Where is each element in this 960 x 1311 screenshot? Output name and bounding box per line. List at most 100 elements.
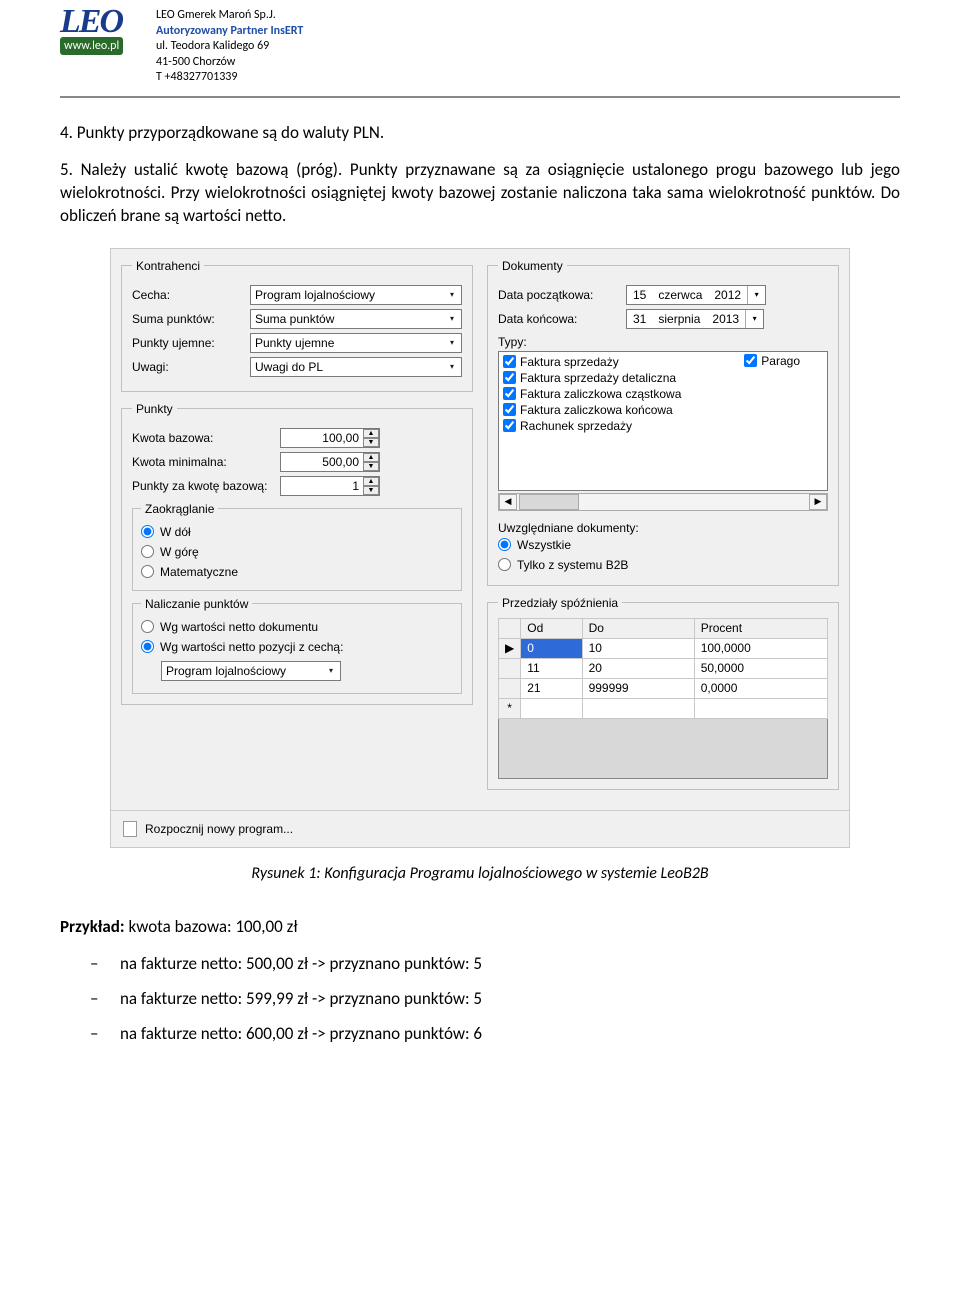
group-zaokraglanie: Zaokrąglanie W dół W górę bbox=[132, 502, 462, 591]
chevron-down-icon[interactable]: ▾ bbox=[444, 311, 460, 327]
table-row[interactable]: 21 999999 0,0000 bbox=[499, 678, 828, 698]
label-punkty-za: Punkty za kwotę bazową: bbox=[132, 479, 272, 493]
checkbox[interactable] bbox=[503, 419, 516, 432]
radio-w-dol[interactable]: W dół bbox=[141, 522, 453, 542]
table-row[interactable]: 11 20 50,0000 bbox=[499, 658, 828, 678]
checkbox[interactable] bbox=[503, 403, 516, 416]
cell-od[interactable]: 0 bbox=[521, 638, 582, 658]
cell-od[interactable] bbox=[521, 698, 582, 718]
combo-ujemne-input[interactable] bbox=[250, 333, 462, 353]
body-text: 4. Punkty przyporządkowane są do waluty … bbox=[60, 122, 900, 228]
radio-b2b-label: Tylko z systemu B2B bbox=[517, 558, 628, 572]
combo-suma[interactable]: ▾ bbox=[250, 309, 462, 329]
scroll-thumb[interactable] bbox=[519, 494, 579, 510]
checkbox[interactable] bbox=[744, 354, 757, 367]
link-rozpocznij-nowy-program[interactable]: Rozpocznij nowy program... bbox=[111, 810, 849, 847]
chevron-down-icon[interactable]: ▾ bbox=[444, 335, 460, 351]
combo-naliczanie-cecha[interactable]: ▾ bbox=[161, 661, 341, 681]
chk-faktura-zaliczkowa-czastkowa[interactable]: Faktura zaliczkowa cząstkowa bbox=[503, 386, 823, 402]
radio-w-gore[interactable]: W górę bbox=[141, 542, 453, 562]
spin-punkty-za[interactable]: ▲▼ bbox=[280, 476, 380, 496]
cell-do[interactable] bbox=[582, 698, 694, 718]
chevron-down-icon[interactable]: ▾ bbox=[747, 286, 765, 304]
label-uwzgledniane: Uwzględniane dokumenty: bbox=[498, 521, 828, 535]
radio-wg-dokumentu[interactable]: Wg wartości netto dokumentu bbox=[141, 617, 453, 637]
combo-suma-input[interactable] bbox=[250, 309, 462, 329]
combo-uwagi-input[interactable] bbox=[250, 357, 462, 377]
cell-procent[interactable] bbox=[694, 698, 827, 718]
table-row[interactable]: ▶ 0 10 100,0000 bbox=[499, 638, 828, 658]
typy-checklist[interactable]: Faktura sprzedaży Faktura sprzedaży deta… bbox=[498, 351, 828, 491]
checkbox[interactable] bbox=[503, 371, 516, 384]
radio-wszystkie[interactable]: Wszystkie bbox=[498, 535, 828, 555]
chevron-down-icon[interactable]: ▾ bbox=[323, 663, 339, 679]
radio-wg-pozycji-input[interactable] bbox=[141, 640, 154, 653]
table-row-new[interactable]: * bbox=[499, 698, 828, 718]
combo-naliczanie-cecha-input[interactable] bbox=[161, 661, 341, 681]
legend-naliczanie: Naliczanie punktów bbox=[141, 597, 252, 611]
scroll-right-icon[interactable]: ▶ bbox=[809, 494, 827, 510]
col-do[interactable]: Do bbox=[582, 618, 694, 638]
radio-matematyczne[interactable]: Matematyczne bbox=[141, 562, 453, 582]
combo-uwagi[interactable]: ▾ bbox=[250, 357, 462, 377]
legend-kontrahenci: Kontrahenci bbox=[132, 259, 204, 273]
group-naliczanie: Naliczanie punktów Wg wartości netto dok… bbox=[132, 597, 462, 694]
cell-od[interactable]: 11 bbox=[521, 658, 582, 678]
radio-wg-pozycji-label: Wg wartości netto pozycji z cechą: bbox=[160, 640, 343, 654]
radio-w-gore-input[interactable] bbox=[141, 545, 154, 558]
col-procent[interactable]: Procent bbox=[694, 618, 827, 638]
scroll-track[interactable] bbox=[579, 494, 809, 510]
spin-kwota-bazowa[interactable]: ▲▼ bbox=[280, 428, 380, 448]
radio-matematyczne-input[interactable] bbox=[141, 565, 154, 578]
cell-do[interactable]: 20 bbox=[582, 658, 694, 678]
radio-b2b-input[interactable] bbox=[498, 558, 511, 571]
radio-wszystkie-input[interactable] bbox=[498, 538, 511, 551]
chevron-down-icon[interactable]: ▾ bbox=[745, 310, 763, 328]
checkbox[interactable] bbox=[503, 355, 516, 368]
example-rest: kwota bazowa: 100,00 zł bbox=[125, 916, 298, 937]
radio-wg-pozycji[interactable]: Wg wartości netto pozycji z cechą: bbox=[141, 637, 453, 657]
spin-kwota-min[interactable]: ▲▼ bbox=[280, 452, 380, 472]
screenshot-figure: Kontrahenci Cecha: ▾ Suma punktów: bbox=[110, 248, 850, 883]
cell-procent[interactable]: 50,0000 bbox=[694, 658, 827, 678]
cell-procent[interactable]: 100,0000 bbox=[694, 638, 827, 658]
cell-do[interactable]: 999999 bbox=[582, 678, 694, 698]
checkbox[interactable] bbox=[503, 387, 516, 400]
combo-cecha-input[interactable] bbox=[250, 285, 462, 305]
radio-b2b[interactable]: Tylko z systemu B2B bbox=[498, 555, 828, 575]
date-year[interactable]: 2013 bbox=[706, 312, 745, 326]
radio-w-dol-label: W dół bbox=[160, 525, 191, 539]
company-line: 41-500 Chorzów bbox=[156, 55, 303, 71]
chk-faktura-zaliczkowa-koncowa[interactable]: Faktura zaliczkowa końcowa bbox=[503, 402, 823, 418]
date-poczatkowa[interactable]: 15 czerwca 2012 ▾ bbox=[626, 285, 766, 305]
grid-spoznienia[interactable]: Od Do Procent ▶ 0 10 100,000 bbox=[498, 618, 828, 719]
radio-wg-dokumentu-input[interactable] bbox=[141, 620, 154, 633]
label-data-poczatkowa: Data początkowa: bbox=[498, 288, 618, 302]
chk-label: Faktura sprzedaży detaliczna bbox=[520, 371, 676, 385]
col-od[interactable]: Od bbox=[521, 618, 582, 638]
cell-od[interactable]: 21 bbox=[521, 678, 582, 698]
spinner-buttons[interactable]: ▲▼ bbox=[363, 429, 379, 447]
date-month[interactable]: sierpnia bbox=[652, 312, 706, 326]
chk-faktura-detaliczna[interactable]: Faktura sprzedaży detaliczna bbox=[503, 370, 823, 386]
spinner-buttons[interactable]: ▲▼ bbox=[363, 477, 379, 495]
combo-cecha[interactable]: ▾ bbox=[250, 285, 462, 305]
chk-rachunek-sprzedazy[interactable]: Rachunek sprzedaży bbox=[503, 418, 823, 434]
typy-scrollbar[interactable]: ◀ ▶ bbox=[498, 493, 828, 511]
combo-ujemne[interactable]: ▾ bbox=[250, 333, 462, 353]
cell-do[interactable]: 10 bbox=[582, 638, 694, 658]
date-month[interactable]: czerwca bbox=[652, 288, 708, 302]
chevron-down-icon[interactable]: ▾ bbox=[444, 287, 460, 303]
radio-w-dol-input[interactable] bbox=[141, 525, 154, 538]
scroll-left-icon[interactable]: ◀ bbox=[499, 494, 517, 510]
date-koncowa[interactable]: 31 sierpnia 2013 ▾ bbox=[626, 309, 764, 329]
cell-procent[interactable]: 0,0000 bbox=[694, 678, 827, 698]
chk-label: Parago bbox=[761, 354, 800, 368]
date-day[interactable]: 15 bbox=[627, 288, 652, 302]
date-year[interactable]: 2012 bbox=[708, 288, 747, 302]
chevron-down-icon[interactable]: ▾ bbox=[444, 359, 460, 375]
spinner-buttons[interactable]: ▲▼ bbox=[363, 453, 379, 471]
example-list: na fakturze netto: 500,00 zł -> przyznan… bbox=[60, 946, 900, 1052]
chk-paragon[interactable]: Parago bbox=[744, 353, 800, 369]
date-day[interactable]: 31 bbox=[627, 312, 652, 326]
